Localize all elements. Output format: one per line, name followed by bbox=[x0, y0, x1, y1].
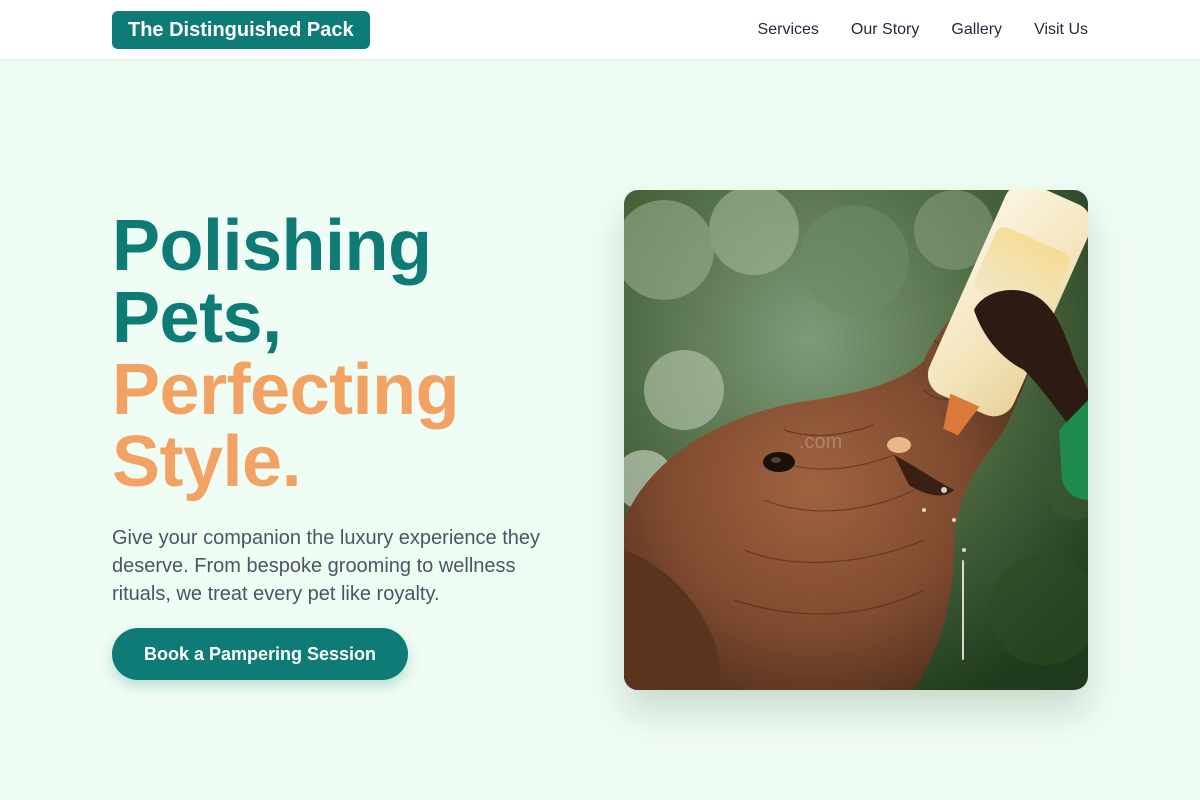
nav-link-services[interactable]: Services bbox=[758, 21, 819, 39]
headline-line-1: Polishing bbox=[112, 206, 432, 286]
headline-line-3: Perfecting bbox=[112, 350, 460, 430]
site-header: The Distinguished Pack Services Our Stor… bbox=[0, 0, 1200, 60]
brand-logo[interactable]: The Distinguished Pack bbox=[112, 11, 370, 49]
nav-link-visit-us[interactable]: Visit Us bbox=[1034, 21, 1088, 39]
hero-image: .com bbox=[624, 190, 1088, 690]
main-nav: Services Our Story Gallery Visit Us bbox=[758, 0, 1088, 60]
hero-description: Give your companion the luxury experienc… bbox=[112, 527, 541, 605]
headline-line-4: Style. bbox=[112, 422, 302, 502]
elephant-feeding-photo: .com bbox=[624, 190, 1088, 690]
hero-headline: Polishing Pets, Perfecting Style. bbox=[112, 210, 582, 498]
book-session-button[interactable]: Book a Pampering Session bbox=[112, 628, 408, 680]
nav-link-gallery[interactable]: Gallery bbox=[951, 21, 1002, 39]
nav-link-our-story[interactable]: Our Story bbox=[851, 21, 919, 39]
svg-text:.com: .com bbox=[799, 431, 842, 453]
headline-line-2: Pets, bbox=[112, 278, 282, 358]
